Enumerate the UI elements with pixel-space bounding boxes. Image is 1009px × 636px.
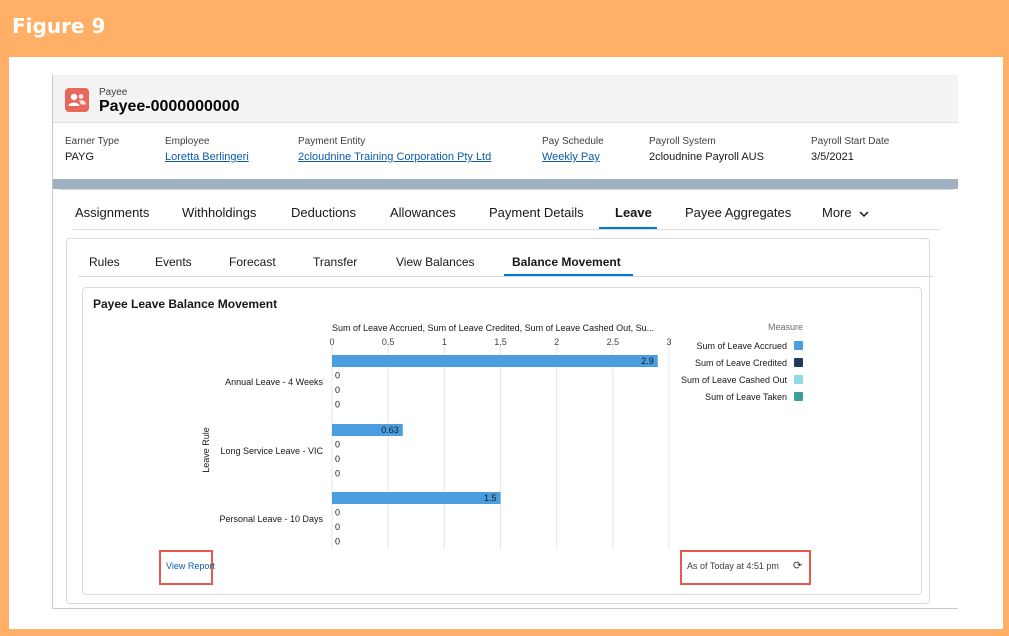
x-tick-label: 3 [666,337,671,347]
bar-data-label: 0 [335,400,340,410]
legend-label: Sum of Leave Accrued [696,341,787,351]
bar [332,355,658,367]
bar-data-label: 0 [335,469,340,479]
bar-data-label: 0 [335,522,340,532]
x-tick-label: 0.5 [382,337,395,347]
x-tick-label: 1.5 [494,337,507,347]
as-of-highlight: As of Today at 4:51 pm ⟳ [680,550,811,585]
legend-label: Sum of Leave Credited [695,358,787,368]
refresh-icon[interactable]: ⟳ [793,559,802,572]
bar-data-label: 0.63 [381,425,399,435]
legend-swatch [794,341,803,350]
bar [332,492,501,504]
x-tick-label: 1 [442,337,447,347]
legend-label: Sum of Leave Cashed Out [681,375,788,385]
bar-data-label: 0 [335,454,340,464]
legend-swatch [794,392,803,401]
y-axis-label: Leave Rule [201,427,211,473]
bar-data-label: 2.9 [641,356,654,366]
as-of-timestamp: As of Today at 4:51 pm [687,561,779,571]
legend-title: Measure [768,322,803,332]
legend-swatch [794,375,803,384]
view-report-highlight: View Report [159,550,215,585]
balance-movement-chart: Sum of Leave Accrued, Sum of Leave Credi… [201,322,803,549]
legend-label: Sum of Leave Taken [705,392,787,402]
bar-data-label: 0 [335,537,340,547]
legend-swatch [794,358,803,367]
bar-data-label: 0 [335,385,340,395]
x-tick-label: 0 [329,337,334,347]
x-tick-label: 2 [554,337,559,347]
chart-title: Sum of Leave Accrued, Sum of Leave Credi… [332,323,654,333]
view-report-link[interactable]: View Report [166,561,215,571]
x-tick-label: 2.5 [607,337,620,347]
category-label: Long Service Leave - VIC [220,446,323,456]
bar-data-label: 0 [335,440,340,450]
category-label: Annual Leave - 4 Weeks [225,377,323,387]
bar-data-label: 1.5 [484,493,497,503]
payee-record-page: Payee Payee-0000000000 Earner Type PAYG … [52,75,958,609]
figure-title: Figure 9 [12,14,106,38]
category-label: Personal Leave - 10 Days [219,514,323,524]
bar-data-label: 0 [335,371,340,381]
bar-data-label: 0 [335,508,340,518]
